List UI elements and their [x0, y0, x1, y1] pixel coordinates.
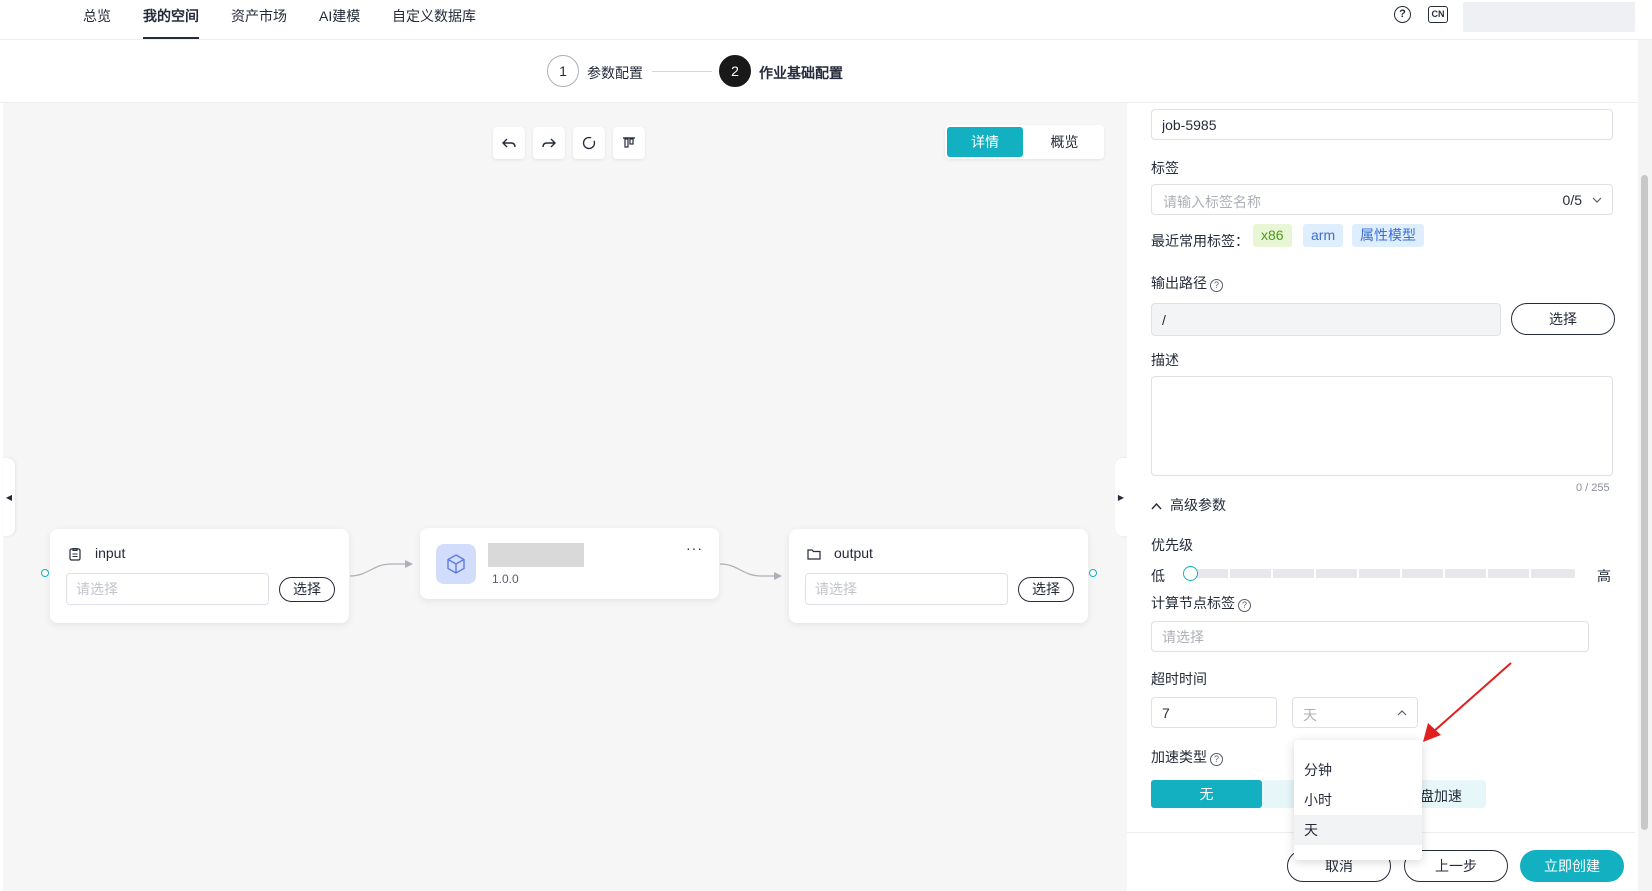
timeout-label: 超时时间	[1151, 671, 1207, 687]
advanced-toggle[interactable]: 高级参数	[1151, 495, 1226, 515]
chevron-up-icon	[1151, 502, 1162, 510]
compute-node-tag-select[interactable]	[1151, 621, 1589, 652]
dropdown-option-minute[interactable]: 分钟	[1294, 755, 1422, 785]
timeout-unit-dropdown: 分钟 小时 天	[1294, 740, 1422, 860]
input-node-field[interactable]	[66, 573, 269, 605]
timeout-unit-select[interactable]: 天	[1292, 697, 1418, 728]
output-node-port[interactable]	[1089, 569, 1097, 577]
description-label: 描述	[1151, 352, 1179, 368]
output-node-field[interactable]	[805, 573, 1008, 605]
question-circle-icon[interactable]: ?	[1394, 6, 1411, 23]
priority-label: 优先级	[1151, 537, 1193, 553]
output-node[interactable]: output 选择	[789, 529, 1088, 623]
acceleration-option-disk-label: 盘加速	[1420, 788, 1462, 804]
step-2-label: 作业基础配置	[759, 65, 843, 81]
acceleration-label-wrap: 加速类型?	[1151, 747, 1223, 767]
compute-node-tag-label-wrap: 计算节点标签?	[1151, 593, 1251, 613]
compute-node-tag-label: 计算节点标签	[1151, 595, 1235, 611]
step-connector	[652, 71, 712, 72]
step-1-circle: 1	[547, 55, 579, 87]
output-node-title: output	[834, 545, 873, 561]
priority-low: 低	[1151, 568, 1165, 584]
algorithm-version: 1.0.0	[492, 572, 519, 586]
input-node-port[interactable]	[41, 569, 49, 577]
output-path-label: 输出路径	[1151, 275, 1207, 291]
algorithm-box	[436, 544, 476, 584]
output-path-field[interactable]: /	[1151, 303, 1501, 336]
description-textarea[interactable]	[1151, 376, 1613, 476]
input-node-title: input	[95, 545, 126, 561]
output-node-select-button[interactable]: 选择	[1018, 577, 1074, 602]
cube-icon	[447, 554, 465, 574]
nav-my-space[interactable]: 我的空间	[143, 6, 199, 26]
output-path-label-wrap: 输出路径?	[1151, 273, 1223, 293]
recent-tag-attribute-model[interactable]: 属性模型	[1352, 224, 1424, 247]
recent-tag-x86[interactable]: x86	[1253, 224, 1292, 247]
node-connectors	[349, 560, 782, 580]
nav-overview[interactable]: 总览	[83, 6, 111, 26]
output-path-select-button[interactable]: 选择	[1511, 303, 1615, 335]
acceleration-label: 加速类型	[1151, 749, 1207, 765]
algorithm-node[interactable]: 1.0.0 ···	[420, 528, 719, 599]
workflow-canvas[interactable]: 详情 概览 ◀ ▶ input 选择 1.0.0 ··· output 选择	[3, 103, 1127, 891]
help-icon[interactable]: ?	[1210, 279, 1223, 292]
tags-input[interactable]: 请输入标签名称 0/5	[1151, 184, 1613, 215]
description-count: 0 / 255	[1576, 482, 1610, 494]
steps-bar: 1 参数配置 2 作业基础配置	[0, 40, 1652, 103]
input-node-select-button[interactable]: 选择	[279, 577, 335, 602]
priority-slider-thumb[interactable]	[1183, 566, 1198, 581]
step-2-circle: 2	[719, 55, 751, 87]
recent-tag-arm[interactable]: arm	[1303, 224, 1344, 247]
more-icon[interactable]: ···	[686, 540, 703, 556]
help-icon[interactable]: ?	[1238, 599, 1251, 612]
chevron-up-icon	[1397, 710, 1407, 716]
dropdown-option-day[interactable]: 天	[1294, 815, 1422, 845]
nav-asset-market[interactable]: 资产市场	[231, 6, 287, 26]
tags-label: 标签	[1151, 160, 1179, 176]
recent-tags-label: 最近常用标签：	[1151, 233, 1249, 249]
nav-active-underline	[143, 37, 199, 39]
step-1-label: 参数配置	[587, 65, 643, 81]
timeout-unit-value: 天	[1303, 707, 1317, 723]
nav-ai-modeling[interactable]: AI建模	[319, 6, 360, 26]
top-nav: 总览 我的空间 资产市场 AI建模 自定义数据库 ? CN	[0, 0, 1652, 40]
folder-icon	[807, 549, 821, 560]
language-switch[interactable]: CN	[1428, 6, 1448, 23]
panel-scrollbar-thumb[interactable]	[1641, 175, 1648, 830]
acceleration-option-none[interactable]: 无	[1151, 780, 1262, 808]
tags-placeholder: 请输入标签名称	[1163, 194, 1261, 210]
output-path-prefix: /	[1162, 312, 1166, 328]
help-icon[interactable]: ?	[1210, 753, 1223, 766]
advanced-label: 高级参数	[1170, 497, 1226, 513]
create-now-button[interactable]: 立即创建	[1520, 850, 1624, 882]
priority-slider[interactable]	[1185, 569, 1575, 578]
clipboard-icon	[69, 548, 81, 561]
dropdown-option-hour[interactable]: 小时	[1294, 785, 1422, 815]
chevron-down-icon	[1592, 197, 1602, 203]
user-account[interactable]	[1463, 2, 1635, 32]
timeout-value-input[interactable]	[1151, 697, 1277, 728]
input-node[interactable]: input 选择	[50, 529, 349, 623]
tags-count: 0/5	[1562, 192, 1582, 208]
annotation-arrow	[1423, 662, 1512, 742]
nav-custom-database[interactable]: 自定义数据库	[392, 6, 476, 26]
priority-high: 高	[1597, 568, 1611, 584]
job-name-input[interactable]	[1151, 109, 1613, 140]
algorithm-name	[488, 543, 584, 567]
